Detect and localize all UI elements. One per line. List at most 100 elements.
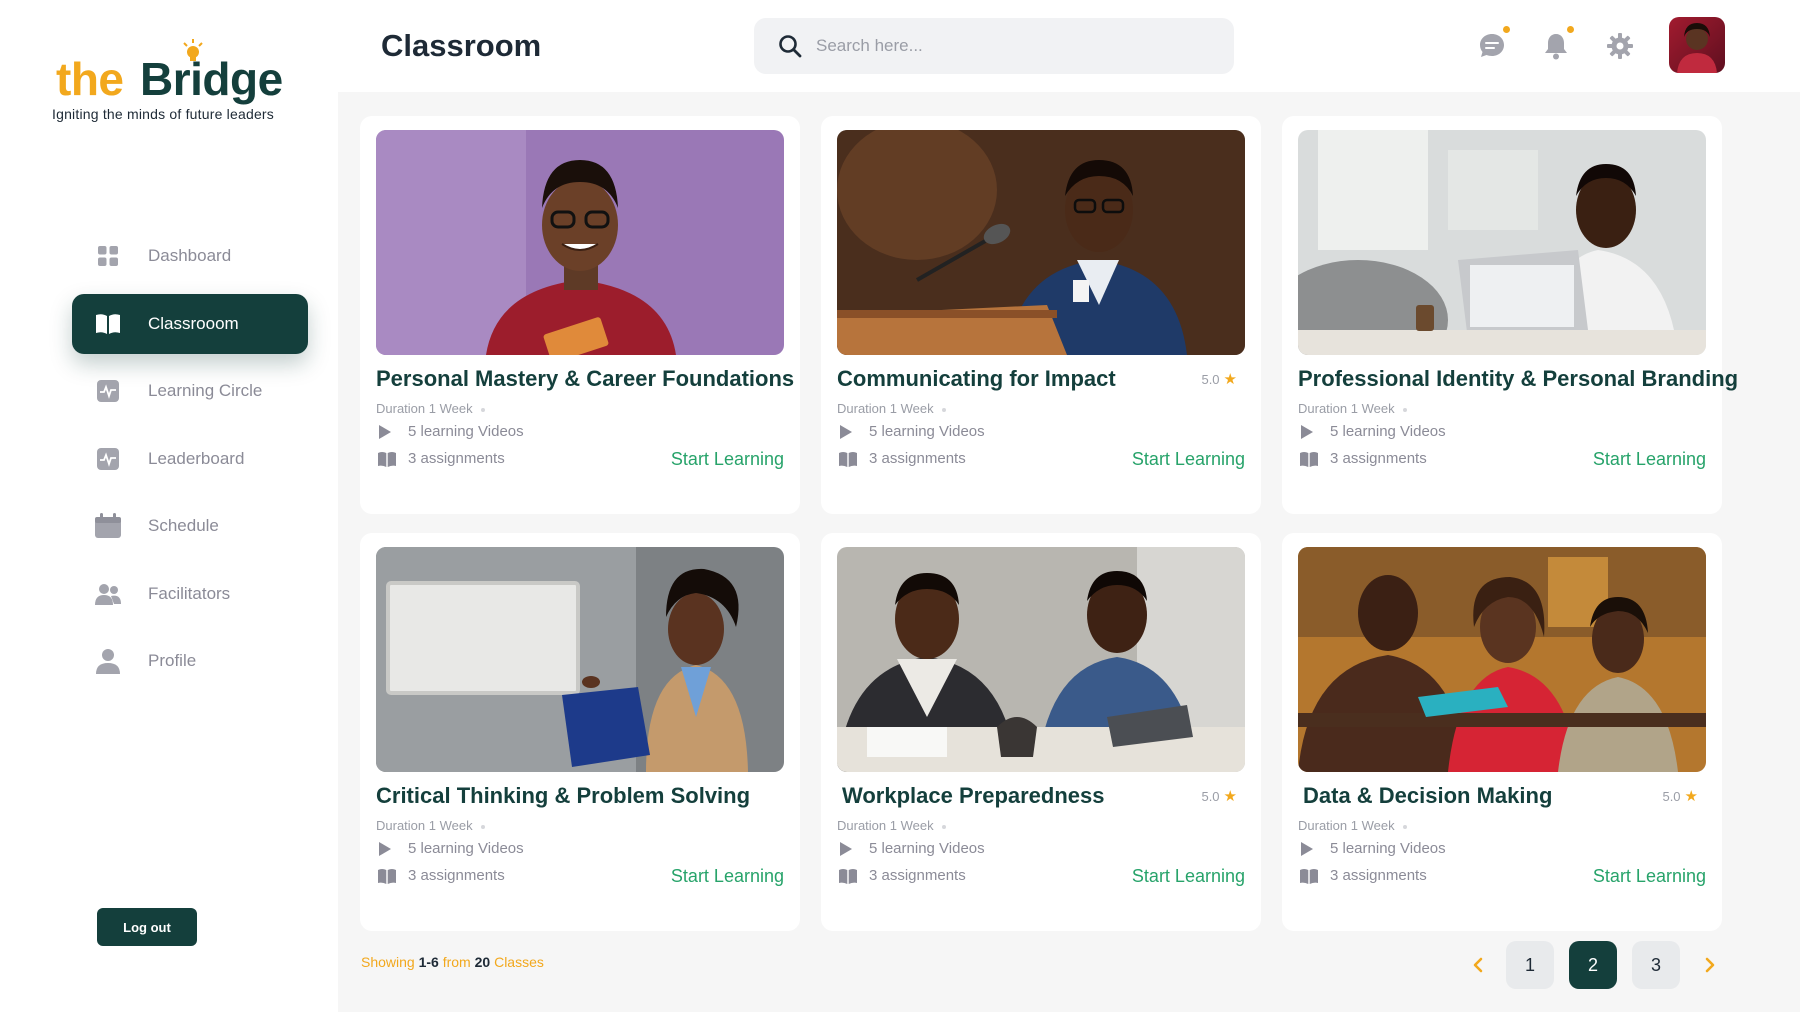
assignments-text: 3 assignments: [408, 450, 505, 467]
sidebar-nav: Dashboard Classrooom Learning Circle Lea…: [72, 226, 308, 699]
sidebar-item-schedule[interactable]: Schedule: [72, 496, 308, 556]
duration-text: Duration 1 Week: [1298, 818, 1395, 833]
page-button-2[interactable]: 2: [1569, 941, 1617, 989]
course-title: Communicating for Impact: [837, 366, 1116, 391]
course-card[interactable]: Workplace Preparedness 5.0 ★ Duration 1 W…: [821, 533, 1261, 931]
rating-value: 5.0: [1201, 788, 1220, 804]
chat-icon: [1480, 34, 1504, 57]
page-button-1[interactable]: 1: [1506, 941, 1554, 989]
sidebar-item-leaderboard[interactable]: Leaderboard: [72, 429, 308, 489]
course-image: [1298, 130, 1706, 355]
course-card[interactable]: Communicating for Impact 5.0 ★ Duration 1…: [821, 116, 1261, 514]
course-assignments: 3 assignments: [1300, 450, 1427, 467]
play-icon: [378, 841, 398, 856]
page-button-3[interactable]: 3: [1632, 941, 1680, 989]
course-videos: 5 learning Videos: [1300, 423, 1446, 440]
users-icon: [94, 580, 122, 608]
chat-button[interactable]: [1476, 26, 1510, 62]
course-videos: 5 learning Videos: [378, 423, 524, 440]
sidebar-item-learning-circle[interactable]: Learning Circle: [72, 361, 308, 421]
showing-range: 1-6: [418, 954, 439, 970]
start-learning-button[interactable]: Start Learning: [1593, 866, 1706, 887]
course-duration: Duration 1 Week: [1298, 818, 1407, 833]
duration-text: Duration 1 Week: [837, 818, 934, 833]
course-duration: Duration 1 Week: [1298, 401, 1407, 416]
top-header: Classroom: [338, 0, 1800, 92]
course-title: Critical Thinking & Problem Solving: [376, 783, 751, 808]
course-image: [1298, 547, 1706, 772]
course-assignments: 3 assignments: [839, 450, 966, 467]
videos-text: 5 learning Videos: [1330, 423, 1446, 440]
videos-text: 5 learning Videos: [408, 423, 524, 440]
search-input[interactable]: [816, 36, 1196, 56]
assignments-text: 3 assignments: [869, 450, 966, 467]
sidebar-item-label: Leaderboard: [148, 448, 245, 468]
start-learning-button[interactable]: Start Learning: [1132, 866, 1245, 887]
course-videos: 5 learning Videos: [378, 840, 524, 857]
chevron-right-icon: [1705, 957, 1715, 973]
course-card[interactable]: Data & Decision Making 5.0 ★ Duration 1 W…: [1282, 533, 1722, 931]
sidebar-item-classroom[interactable]: Classrooom: [72, 293, 308, 354]
play-icon: [378, 424, 398, 439]
start-learning-button[interactable]: Start Learning: [1132, 449, 1245, 470]
course-title: Professional Identity & Personal Brandin…: [1298, 366, 1739, 391]
play-icon: [839, 841, 859, 856]
course-assignments: 3 assignments: [378, 867, 505, 884]
search-bar[interactable]: [754, 18, 1234, 74]
course-card[interactable]: Critical Thinking & Problem Solving Dura…: [360, 533, 800, 931]
start-learning-button[interactable]: Start Learning: [671, 866, 784, 887]
videos-text: 5 learning Videos: [1330, 840, 1446, 857]
course-card[interactable]: Personal Mastery & Career Foundations Du…: [360, 116, 800, 514]
logo-word-the: the: [56, 53, 124, 105]
course-rating: 5.0 ★: [1201, 787, 1237, 805]
logout-button[interactable]: Log out: [97, 908, 197, 946]
settings-button[interactable]: [1604, 30, 1636, 62]
course-rating: 5.0 ★: [1201, 370, 1237, 388]
course-duration: Duration 1 Week: [837, 401, 946, 416]
course-assignments: 3 assignments: [1300, 867, 1427, 884]
course-duration: Duration 1 Week: [376, 818, 485, 833]
star-icon: ★: [1684, 788, 1698, 805]
separator-dot: [1402, 824, 1407, 829]
user-avatar[interactable]: [1669, 17, 1725, 73]
assignments-text: 3 assignments: [869, 867, 966, 884]
prev-page-button[interactable]: [1466, 953, 1490, 977]
book-icon: [839, 868, 859, 884]
separator-dot: [480, 824, 485, 829]
duration-text: Duration 1 Week: [376, 401, 473, 416]
course-duration: Duration 1 Week: [837, 818, 946, 833]
search-icon: [779, 35, 802, 58]
sidebar-item-profile[interactable]: Profile: [72, 631, 308, 691]
videos-text: 5 learning Videos: [869, 423, 985, 440]
rating-value: 5.0: [1662, 788, 1681, 804]
user-icon: [94, 647, 122, 675]
course-assignments: 3 assignments: [378, 450, 505, 467]
sidebar: the Bridge Igniting the minds of future …: [0, 0, 338, 1012]
brand-logo[interactable]: the Bridge Igniting the minds of future …: [52, 36, 302, 126]
duration-text: Duration 1 Week: [837, 401, 934, 416]
sidebar-item-dashboard[interactable]: Dashboard: [72, 226, 308, 286]
course-image: [837, 547, 1245, 772]
course-title: Personal Mastery & Career Foundations: [376, 366, 795, 391]
course-title: Workplace Preparedness: [842, 783, 1105, 808]
play-icon: [1300, 841, 1320, 856]
book-icon: [839, 451, 859, 467]
next-page-button[interactable]: [1698, 953, 1722, 977]
showing-from: from: [442, 954, 471, 970]
rating-value: 5.0: [1201, 371, 1220, 387]
notifications-button[interactable]: [1540, 26, 1574, 62]
start-learning-button[interactable]: Start Learning: [1593, 449, 1706, 470]
start-learning-button[interactable]: Start Learning: [671, 449, 784, 470]
course-title: Data & Decision Making: [1303, 783, 1553, 808]
course-duration: Duration 1 Week: [376, 401, 485, 416]
sidebar-item-facilitators[interactable]: Facilitators: [72, 564, 308, 624]
course-image: [376, 547, 784, 772]
course-videos: 5 learning Videos: [839, 840, 985, 857]
course-card[interactable]: Professional Identity & Personal Brandin…: [1282, 116, 1738, 514]
book-icon: [1300, 451, 1320, 467]
videos-text: 5 learning Videos: [869, 840, 985, 857]
separator-dot: [480, 407, 485, 412]
notification-dot: [1567, 26, 1574, 33]
course-rating: 5.0 ★: [1662, 787, 1698, 805]
book-icon: [378, 868, 398, 884]
